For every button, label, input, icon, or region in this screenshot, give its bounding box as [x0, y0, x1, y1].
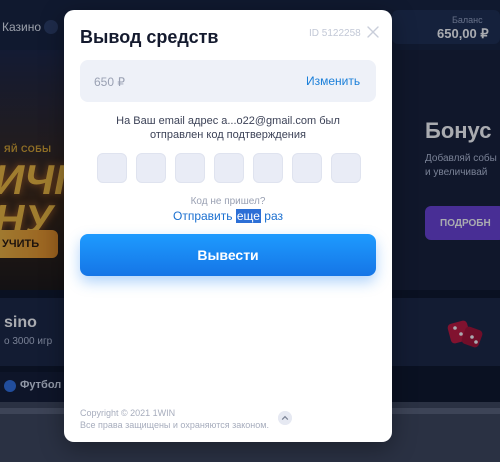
modal-title: Вывод средств [80, 27, 219, 47]
copyright-line: Copyright © 2021 1WIN [80, 408, 176, 418]
withdraw-button-label: Вывести [197, 247, 259, 263]
code-sent-message: На Ваш email адрес a...o22@gmail.com был… [64, 114, 392, 142]
amount-value: 650 ₽ [94, 75, 125, 89]
amount-field[interactable]: 650 ₽ Изменить [80, 60, 376, 102]
code-digit-input[interactable] [331, 153, 361, 183]
user-id: ID 5122258 [309, 28, 361, 39]
resend-code-link[interactable]: Отправить еще раз [64, 209, 392, 223]
resend-text-end: раз [260, 209, 283, 223]
code-digit-input[interactable] [253, 153, 283, 183]
close-icon[interactable] [367, 26, 379, 38]
code-sent-line: отправлен код подтверждения [150, 129, 306, 141]
withdraw-button[interactable]: Вывести [80, 234, 376, 276]
copyright-line: Все права защищены и охраняются законом. [80, 420, 269, 430]
resend-text-selected: еще [235, 209, 261, 223]
no-code-text: Код не пришел? [190, 196, 266, 207]
withdraw-modal: Вывод средств ID 5122258 650 ₽ Изменить … [64, 10, 392, 442]
code-digit-input[interactable] [97, 153, 127, 183]
resend-text-start: Отправить [173, 209, 236, 223]
code-digit-input[interactable] [175, 153, 205, 183]
code-digit-input[interactable] [136, 153, 166, 183]
copyright: Copyright © 2021 1WIN Все права защищены… [80, 407, 269, 431]
chevron-up-icon[interactable] [278, 411, 292, 425]
code-digit-input[interactable] [292, 153, 322, 183]
change-amount-link[interactable]: Изменить [306, 74, 360, 88]
code-digit-input[interactable] [214, 153, 244, 183]
code-sent-line: На Ваш email адрес a...o22@gmail.com был [116, 115, 340, 127]
